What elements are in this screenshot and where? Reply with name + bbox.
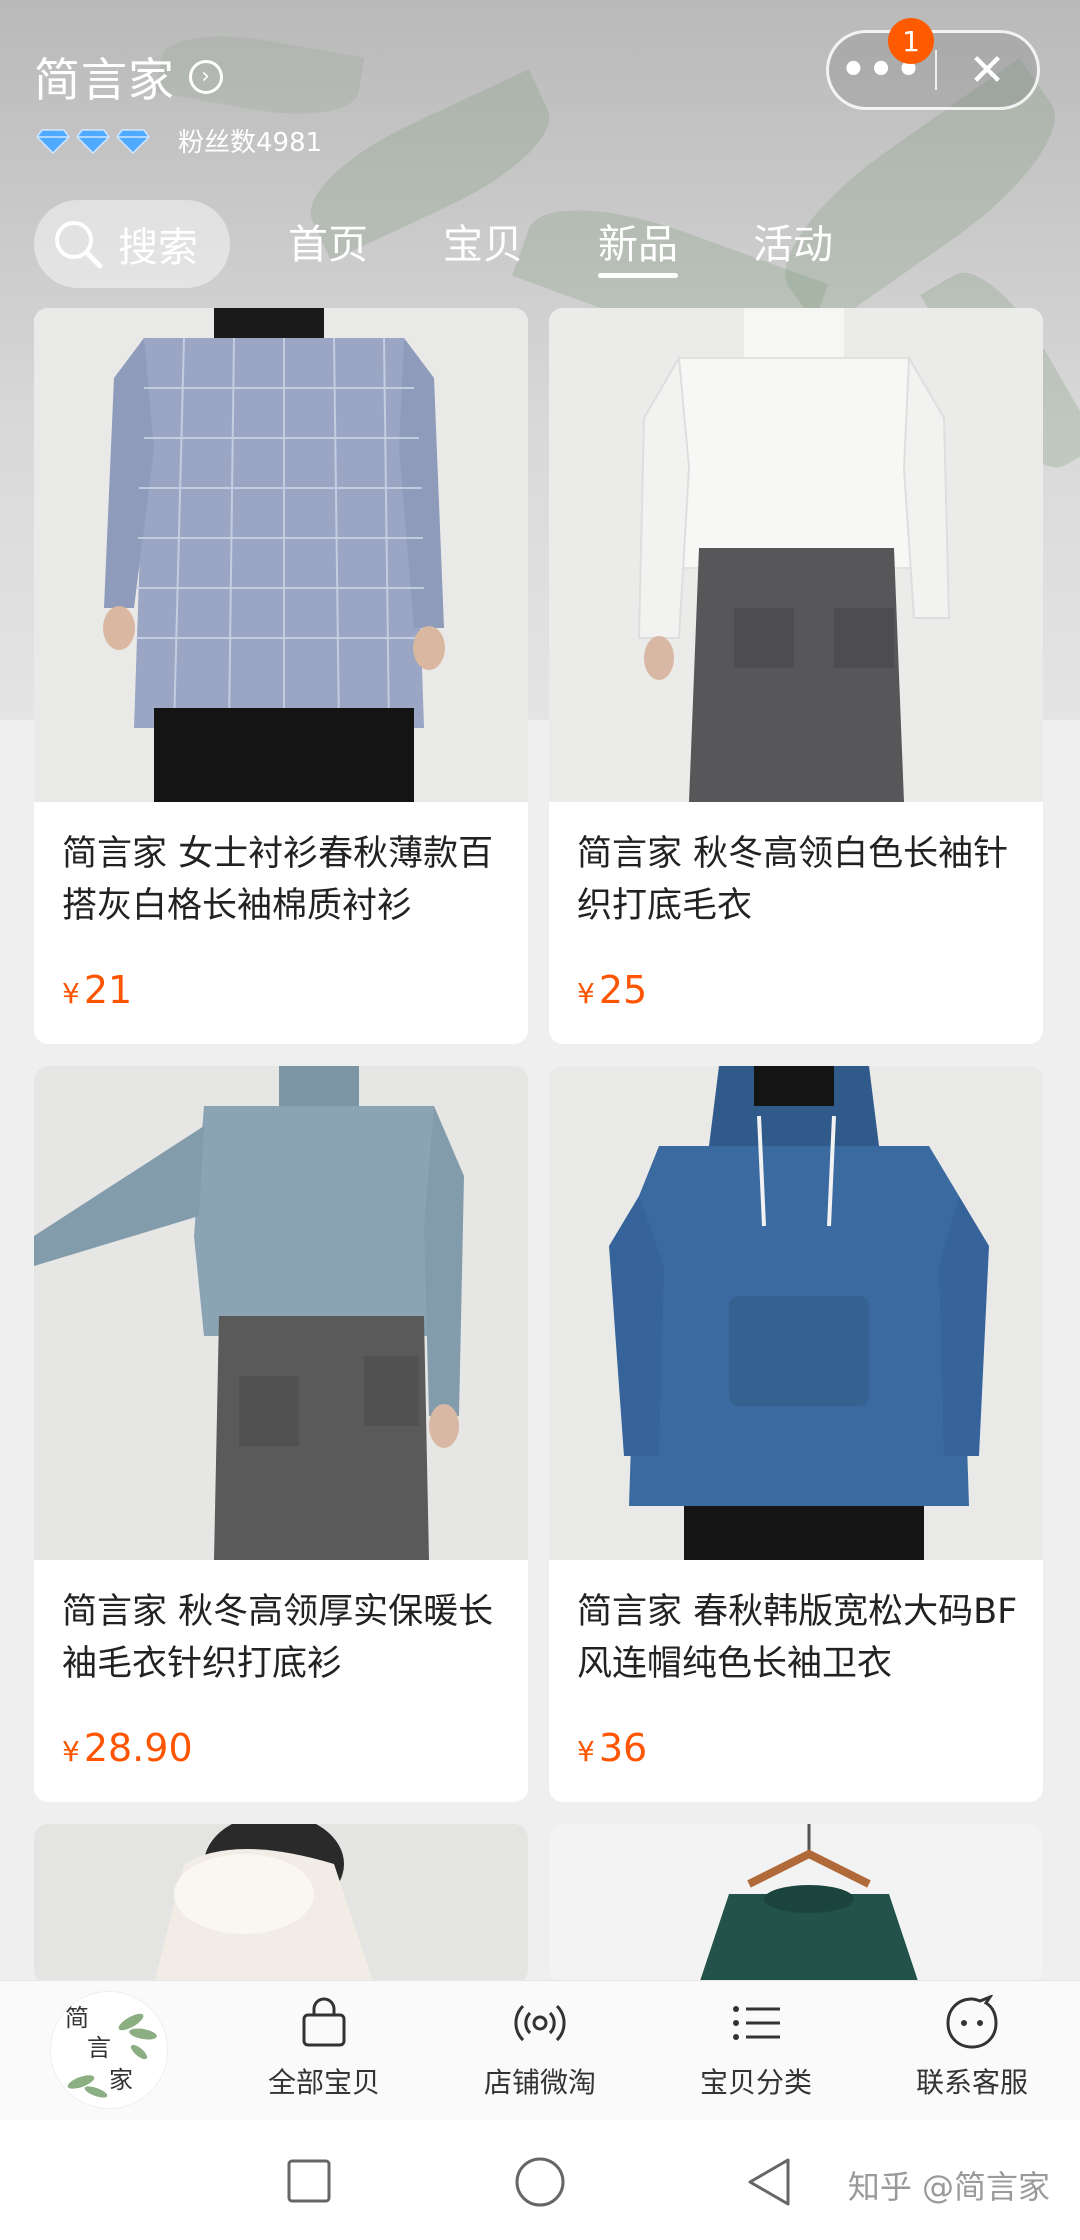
chat-face-icon <box>946 1995 998 2049</box>
home-icon[interactable] <box>514 2156 566 2208</box>
store-name[interactable]: 简言家 › <box>34 44 223 110</box>
currency-symbol: ¥ <box>577 1735 595 1768</box>
contact-service-label: 联系客服 <box>915 2066 1028 2099</box>
price-amount: 21 <box>83 968 133 1012</box>
item-categories-label: 宝贝分类 <box>699 2066 812 2099</box>
logo-char: 简 <box>65 2004 89 2032</box>
search-icon <box>55 221 103 269</box>
currency-symbol: ¥ <box>577 977 595 1010</box>
active-tab-indicator <box>598 273 678 278</box>
search-button[interactable]: 搜索 <box>34 200 230 288</box>
product-price: ¥ 21 <box>62 968 132 1012</box>
close-button[interactable]: ✕ <box>937 33 1037 107</box>
product-image <box>34 1824 528 1984</box>
shop-logo[interactable]: 简 言 家 <box>50 1991 168 2109</box>
logo-char: 言 <box>87 2034 111 2062</box>
tab-events[interactable]: 活动 <box>753 212 833 270</box>
contact-service-button[interactable]: 联系客服 <box>872 1995 1072 2101</box>
logo-char: 家 <box>109 2066 133 2094</box>
price-amount: 25 <box>598 968 648 1012</box>
product-title: 简言家 女士衬衫春秋薄款百搭灰白格长袖棉质衬衫 <box>62 834 494 926</box>
product-card[interactable] <box>34 1824 528 1984</box>
product-image <box>34 1066 528 1560</box>
product-card[interactable]: 简言家 秋冬高领厚实保暖长袖毛衣针织打底衫 ¥ 28.90 <box>34 1066 528 1802</box>
tab-home[interactable]: 首页 <box>288 212 368 270</box>
all-items-button[interactable]: 全部宝贝 <box>224 1995 424 2101</box>
product-price: ¥ 25 <box>577 968 647 1012</box>
store-stats: 粉丝数4981 <box>36 122 322 159</box>
price-amount: 36 <box>598 1726 648 1770</box>
product-card[interactable] <box>549 1824 1043 1984</box>
fans-count: 粉丝数4981 <box>178 128 323 158</box>
diamond-icon <box>116 128 150 154</box>
product-title: 简言家 春秋韩版宽松大码BF风连帽纯色长袖卫衣 <box>577 1592 1018 1684</box>
back-icon[interactable] <box>744 2156 794 2208</box>
product-price: ¥ 36 <box>577 1726 647 1770</box>
product-price: ¥ 28.90 <box>62 1726 193 1770</box>
store-name-text: 简言家 <box>34 53 175 107</box>
currency-symbol: ¥ <box>62 1735 80 1768</box>
item-categories-button[interactable]: 宝贝分类 <box>656 1995 856 2101</box>
product-card[interactable]: 简言家 秋冬高领白色长袖针织打底毛衣 ¥ 25 <box>549 308 1043 1044</box>
product-card[interactable]: 简言家 春秋韩版宽松大码BF风连帽纯色长袖卫衣 ¥ 36 <box>549 1066 1043 1802</box>
currency-symbol: ¥ <box>62 977 80 1010</box>
price-amount: 28.90 <box>83 1726 193 1770</box>
product-card[interactable]: 简言家 女士衬衫春秋薄款百搭灰白格长袖棉质衬衫 ¥ 21 <box>34 308 528 1044</box>
watermark: 知乎 @简言家 <box>847 2168 1050 2206</box>
product-title: 简言家 秋冬高领厚实保暖长袖毛衣针织打底衫 <box>62 1592 494 1684</box>
notification-badge: 1 <box>888 18 934 64</box>
store-weitao-label: 店铺微淘 <box>483 2066 596 2099</box>
shopping-bag-icon <box>302 1997 346 2047</box>
chevron-right-circle-icon: › <box>189 60 223 94</box>
search-label: 搜索 <box>118 225 198 271</box>
broadcast-icon <box>514 2004 566 2042</box>
store-weitao-button[interactable]: 店铺微淘 <box>440 1995 640 2101</box>
product-title: 简言家 秋冬高领白色长袖针织打底毛衣 <box>577 834 1009 926</box>
diamond-icon <box>76 128 110 154</box>
product-image <box>549 308 1043 802</box>
product-image <box>549 1824 1043 1984</box>
recent-apps-icon[interactable] <box>286 2158 332 2204</box>
bottom-toolbar: 简 言 家 全部宝贝 店铺微淘 宝贝分类 联系客服 <box>0 1980 1080 2120</box>
product-image <box>34 308 528 802</box>
all-items-label: 全部宝贝 <box>267 2066 380 2099</box>
product-image <box>549 1066 1043 1560</box>
tab-items[interactable]: 宝贝 <box>443 212 523 270</box>
diamond-icon <box>36 128 70 154</box>
tab-new-arrivals[interactable]: 新品 <box>598 212 678 270</box>
list-icon <box>733 2006 780 2040</box>
